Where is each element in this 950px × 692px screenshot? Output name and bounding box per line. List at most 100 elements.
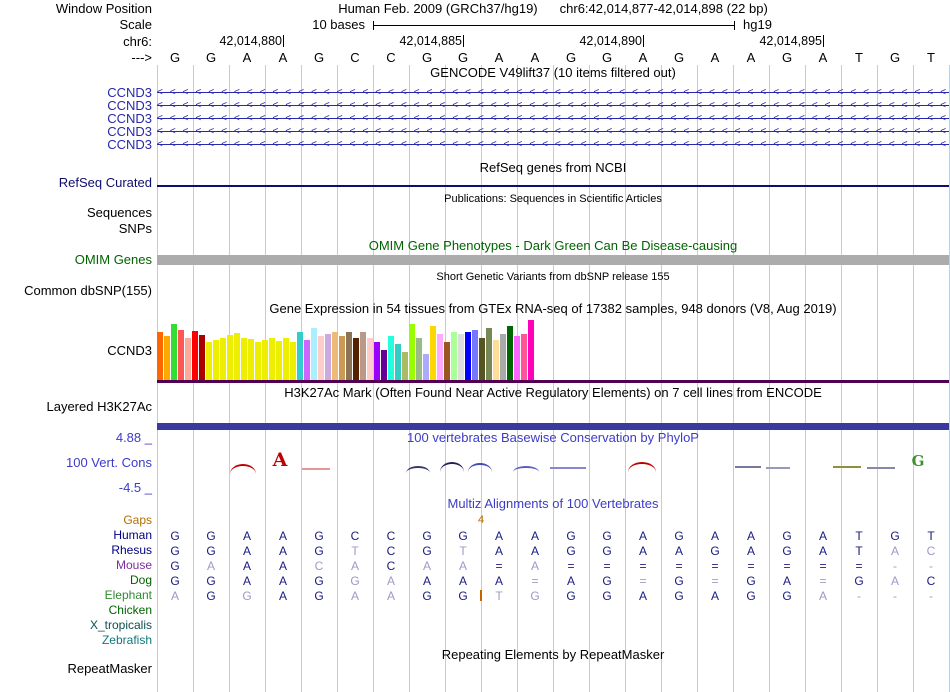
snps-track[interactable] (157, 222, 949, 236)
dna-sequence-row[interactable]: GGAAGCCGGAAGGAGAAGATGT (157, 50, 949, 65)
gtex-tissue-bar[interactable] (185, 338, 191, 380)
gencode-transcript[interactable]: <<<<<<<<<<<<<<<<<<<<<<<<<<<<<<<<<<<<<<<<… (157, 99, 949, 112)
gtex-gene-model-line[interactable] (157, 380, 949, 383)
gtex-tissue-bar[interactable] (297, 332, 303, 380)
gtex-tissue-bar[interactable] (304, 340, 310, 380)
gtex-expression-chart[interactable] (157, 316, 949, 380)
alignment-species-label[interactable]: Gaps (123, 513, 152, 528)
phylop-conservation-track[interactable]: AG (157, 448, 949, 488)
alignment-bases[interactable]: AGGAGAAGGTGGGAGAGGA--- (157, 588, 949, 603)
gtex-tissue-bar[interactable] (360, 332, 366, 380)
gtex-tissue-bar[interactable] (220, 338, 226, 380)
gtex-tissue-bar[interactable] (416, 338, 422, 380)
alignment-species-label[interactable]: Rhesus (111, 543, 152, 558)
gtex-tissue-bar[interactable] (402, 352, 408, 380)
alignment-row-dog[interactable]: Dog G G A A G G A A A A = A G = G = G A = G A C (0, 573, 950, 588)
gtex-tissue-bar[interactable] (367, 338, 373, 380)
gtex-tissue-bar[interactable] (199, 335, 205, 380)
gtex-tissue-bar[interactable] (444, 342, 450, 380)
gtex-tissue-bar[interactable] (269, 338, 275, 380)
gtex-tissue-bar[interactable] (248, 339, 254, 380)
gtex-tissue-bar[interactable] (465, 332, 471, 380)
refseq-curated-label[interactable]: RefSeq Curated (59, 176, 152, 190)
alignment-species-label[interactable]: Dog (130, 573, 152, 588)
gtex-tissue-bar[interactable] (451, 332, 457, 380)
gencode-transcript[interactable]: <<<<<<<<<<<<<<<<<<<<<<<<<<<<<<<<<<<<<<<<… (157, 125, 949, 138)
gtex-tissue-bar[interactable] (227, 335, 233, 380)
gtex-tissue-bar[interactable] (346, 332, 352, 380)
gtex-tissue-bar[interactable] (206, 342, 212, 380)
gtex-tissue-bar[interactable] (458, 334, 464, 380)
refseq-curated-track[interactable] (157, 176, 949, 190)
omim-genes-track[interactable] (157, 253, 949, 267)
alignment-species-label[interactable]: X_tropicalis (90, 618, 152, 633)
gencode-transcript-row[interactable]: CCND3 <<<<<<<<<<<<<<<<<<<<<<<<<<<<<<<<<<<… (0, 138, 950, 151)
gtex-tissue-bar[interactable] (430, 326, 436, 380)
refseq-gene-line[interactable] (157, 185, 949, 187)
gtex-tissue-bar[interactable] (388, 336, 394, 380)
alignment-row-human[interactable]: Human G G A A G C C G G A A G G A G A A G A T G T (0, 528, 950, 543)
gtex-tissue-bar[interactable] (178, 330, 184, 380)
gtex-tissue-bar[interactable] (353, 338, 359, 380)
gtex-tissue-bar[interactable] (318, 336, 324, 380)
gtex-tissue-bar[interactable] (528, 320, 534, 380)
alignment-row-elephant[interactable]: Elephant A G G A G A A G G T G G G A G A G G A - - - (0, 588, 950, 603)
alignment-row-mouse[interactable]: Mouse G A A A C A C A A = A = = = = = = = = = - - (0, 558, 950, 573)
gtex-tissue-bar[interactable] (500, 334, 506, 380)
alignment-bases[interactable]: G G A A G G A A A A = A G = G = G A = G A C (157, 573, 949, 588)
gtex-tissue-bar[interactable] (234, 333, 240, 380)
alignment-species-label[interactable]: Zebrafish (102, 633, 152, 648)
common-dbsnp-track[interactable] (157, 284, 949, 298)
gtex-tissue-bar[interactable] (213, 340, 219, 380)
alignment-row-rhesus[interactable]: Rhesus G G A A G T C G T A A G G A A G A G A T A C (0, 543, 950, 558)
gencode-gene-label[interactable]: CCND3 (107, 138, 152, 151)
alignment-species-label[interactable]: Mouse (116, 558, 152, 573)
alignment-bases[interactable]: G A A A C A C A A = A = = = = = = = = = - - (157, 558, 949, 573)
gtex-tissue-bar[interactable] (423, 354, 429, 380)
gtex-tissue-bar[interactable] (262, 340, 268, 380)
gtex-tissue-bar[interactable] (311, 328, 317, 380)
alignment-bases[interactable] (157, 618, 949, 633)
gtex-tissue-bar[interactable] (241, 338, 247, 380)
alignment-bases[interactable]: 4 (157, 513, 949, 528)
gtex-tissue-bar[interactable] (290, 342, 296, 380)
gtex-tissue-bar[interactable] (192, 331, 198, 380)
gencode-transcript[interactable]: <<<<<<<<<<<<<<<<<<<<<<<<<<<<<<<<<<<<<<<<… (157, 86, 949, 99)
gtex-tissue-bar[interactable] (479, 338, 485, 380)
alignment-row-zebrafish[interactable]: Zebrafish (0, 633, 950, 648)
common-dbsnp-label[interactable]: Common dbSNP(155) (24, 284, 152, 298)
gtex-tissue-bar[interactable] (507, 326, 513, 380)
gtex-tissue-bar[interactable] (325, 334, 331, 380)
h3k27ac-signal-bar[interactable] (157, 423, 949, 430)
gtex-tissue-bar[interactable] (332, 332, 338, 380)
gtex-tissue-bar[interactable] (157, 332, 163, 380)
alignment-bases[interactable]: GGAAGCCGGAAGGAGAAGATGT (157, 528, 949, 543)
omim-genes-label[interactable]: OMIM Genes (75, 253, 152, 267)
gtex-tissue-bar[interactable] (486, 328, 492, 380)
alignment-row-x_tropicalis[interactable]: X_tropicalis (0, 618, 950, 633)
gencode-transcript[interactable]: <<<<<<<<<<<<<<<<<<<<<<<<<<<<<<<<<<<<<<<<… (157, 138, 949, 151)
alignment-species-label[interactable]: Chicken (109, 603, 152, 618)
snps-label[interactable]: SNPs (119, 222, 152, 236)
gtex-tissue-bar[interactable] (164, 336, 170, 380)
repeatmasker-label[interactable]: RepeatMasker (67, 662, 152, 676)
gtex-gene-label[interactable]: CCND3 (107, 344, 152, 358)
gtex-tissue-bar[interactable] (255, 342, 261, 380)
sequences-label[interactable]: Sequences (87, 206, 152, 220)
gtex-tissue-bar[interactable] (171, 324, 177, 380)
gtex-tissue-bar[interactable] (437, 334, 443, 380)
alignment-bases[interactable] (157, 633, 949, 648)
alignment-row-chicken[interactable]: Chicken (0, 603, 950, 618)
gtex-tissue-bar[interactable] (339, 336, 345, 380)
alignment-row-gaps[interactable]: Gaps 4 (0, 513, 950, 528)
sequences-track[interactable] (157, 206, 949, 220)
alignment-species-label[interactable]: Elephant (105, 588, 152, 603)
gencode-transcript[interactable]: <<<<<<<<<<<<<<<<<<<<<<<<<<<<<<<<<<<<<<<<… (157, 112, 949, 125)
gtex-tissue-bar[interactable] (395, 344, 401, 380)
gtex-tissue-bar[interactable] (276, 341, 282, 380)
gtex-tissue-bar[interactable] (472, 330, 478, 380)
gtex-tissue-bar[interactable] (283, 338, 289, 380)
gtex-tissue-bar[interactable] (521, 334, 527, 380)
alignment-bases[interactable]: GGAAGTCGTAAGGAAGAGATAC (157, 543, 949, 558)
omim-gene-bar[interactable] (157, 255, 949, 265)
